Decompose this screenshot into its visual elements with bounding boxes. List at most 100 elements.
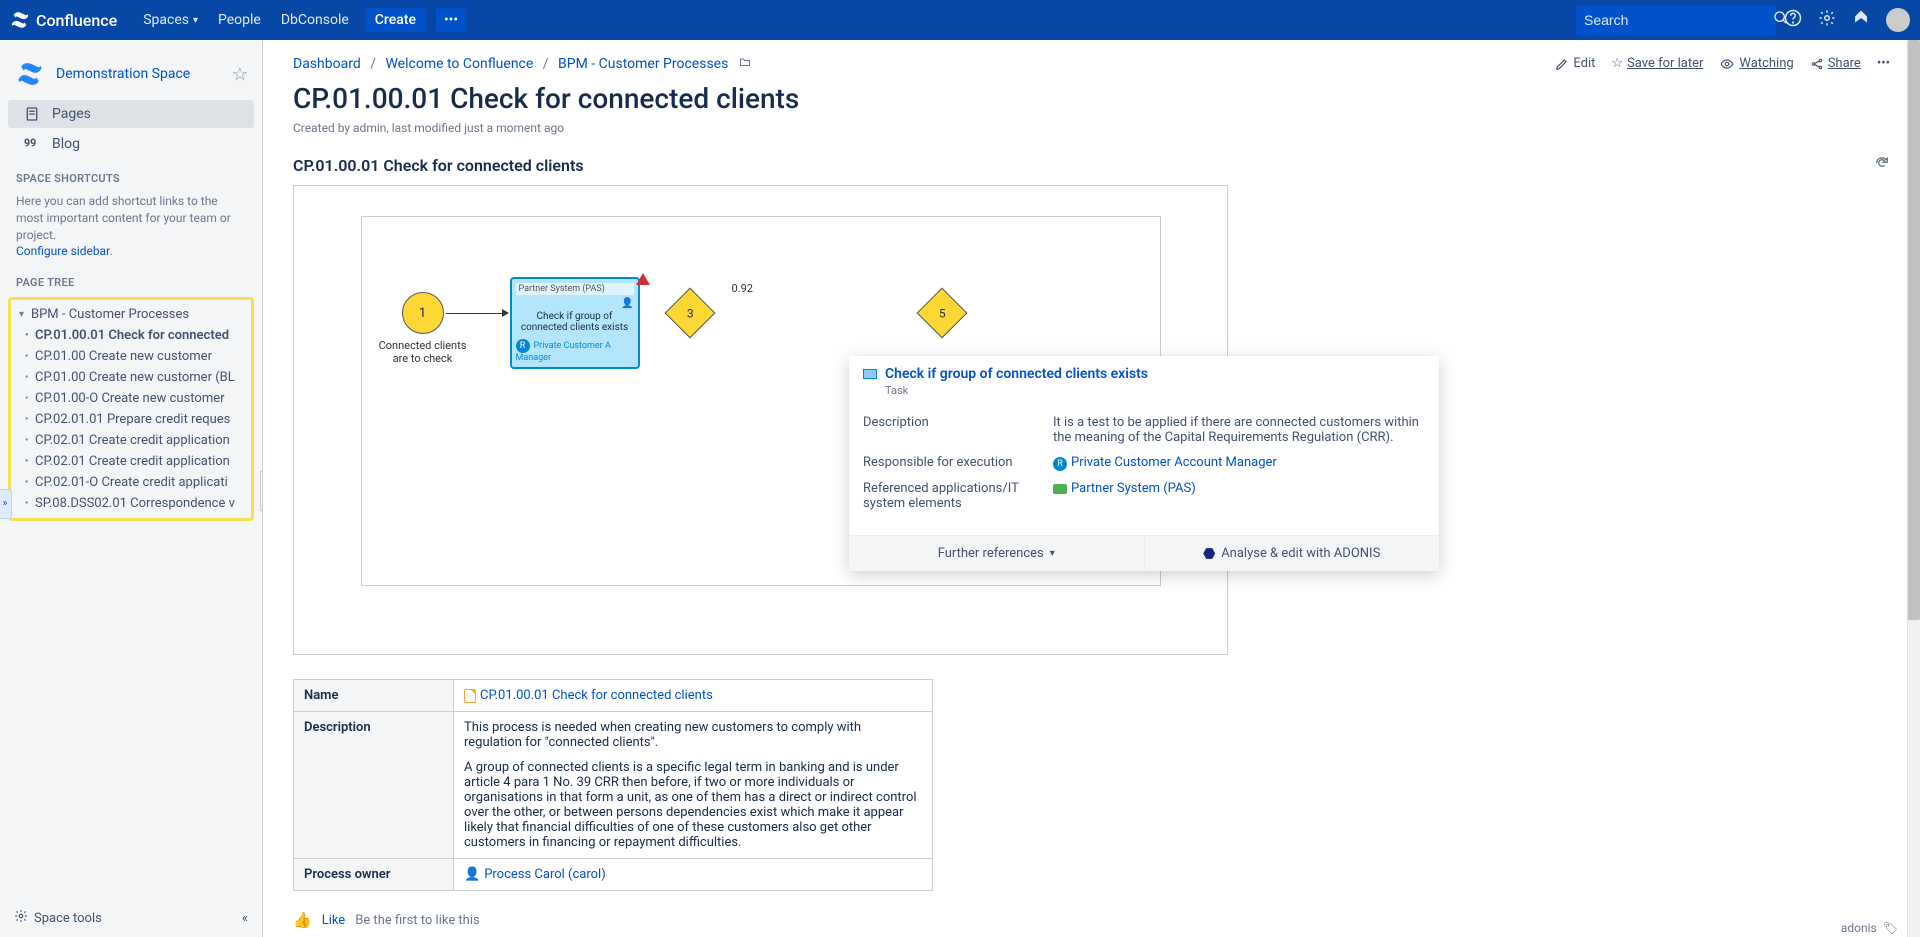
system-badge-icon <box>1053 484 1067 494</box>
gear-icon[interactable] <box>14 909 28 927</box>
tree-item[interactable]: CP.02.01 Create credit application <box>11 430 251 451</box>
space-tools-link[interactable]: Space tools <box>34 911 102 926</box>
save-later-action[interactable]: ☆ Save for later <box>1611 56 1703 71</box>
tag-icon[interactable]: 🏷 <box>1883 921 1898 935</box>
sidebar-footer: Space tools « <box>0 899 262 937</box>
role-badge-icon: R <box>1053 457 1067 471</box>
bpmn-task-selected[interactable]: Partner System (PAS) 👤 Check if group of… <box>510 277 640 369</box>
nav-more-button[interactable]: ••• <box>436 8 466 32</box>
pagetree-label: PAGE TREE <box>0 264 262 293</box>
diagram-frame: 1 Connected clients are to check Partner… <box>293 185 1228 655</box>
tree-item[interactable]: CP.01.00 Create new customer <box>11 346 251 367</box>
sidebar: » Demonstration Space ☆ Pages 99 Blog SP… <box>0 40 263 937</box>
watching-action[interactable]: Watching <box>1719 56 1793 71</box>
popup-field-label: Referenced applications/IT system elemen… <box>863 481 1053 511</box>
chevron-down-icon: ▾ <box>1050 548 1055 559</box>
breadcrumb-link[interactable]: Welcome to Confluence <box>385 56 533 72</box>
shortcuts-label: SPACE SHORTCUTS <box>0 160 262 189</box>
pages-icon <box>24 106 44 122</box>
table-row: Name CP.01.00.01 Check for connected cli… <box>294 680 933 712</box>
svg-text:99: 99 <box>24 137 36 150</box>
section-title: CP.01.00.01 Check for connected clients <box>293 156 1874 175</box>
shortcuts-hint: Here you can add shortcut links to the m… <box>0 189 262 264</box>
popup-title: Check if group of connected clients exis… <box>885 366 1148 382</box>
more-actions-icon[interactable]: ••• <box>1877 56 1890 71</box>
tree-item[interactable]: CP.02.01-O Create credit applicati <box>11 472 251 493</box>
analyse-adonis-button[interactable]: Analyse & edit with ADONIS <box>1144 536 1440 571</box>
sidebar-pages[interactable]: Pages <box>8 100 254 128</box>
bottom-tag[interactable]: adonis 🏷 <box>1835 919 1904 937</box>
tree-item[interactable]: SP.08.DSS02.01 Correspondence v <box>11 493 251 514</box>
bpmn-start-label: Connected clients are to check <box>378 339 468 365</box>
nav-spaces[interactable]: Spaces <box>133 0 208 40</box>
element-popup: Check if group of connected clients exis… <box>849 356 1439 571</box>
tree-root-item[interactable]: ▾ BPM - Customer Processes <box>11 304 251 325</box>
warning-icon <box>636 273 650 285</box>
nav-people[interactable]: People <box>208 0 271 40</box>
like-row: 👍 Like Be the first to like this <box>293 911 1890 929</box>
main-content: Dashboard / Welcome to Confluence / BPM … <box>263 40 1920 937</box>
search-box[interactable] <box>1576 5 1776 35</box>
tree-item[interactable]: CP.02.01.01 Prepare credit reques <box>11 409 251 430</box>
edge-label: 0.92 <box>732 282 753 295</box>
adonis-hex-icon <box>1203 548 1215 560</box>
configure-sidebar-link[interactable]: Configure sidebar <box>16 244 109 258</box>
document-icon <box>464 689 476 703</box>
popup-link[interactable]: Partner System (PAS) <box>1071 481 1196 496</box>
page-actions: Edit ☆ Save for later Watching Share ••• <box>1555 56 1890 71</box>
breadcrumb-link[interactable]: BPM - Customer Processes <box>558 56 728 72</box>
popup-link[interactable]: Private Customer Account Manager <box>1071 455 1277 470</box>
star-icon[interactable]: ☆ <box>232 64 248 85</box>
scrollbar-track[interactable] <box>1907 40 1920 937</box>
table-link[interactable]: CP.01.00.01 Check for connected clients <box>480 688 713 703</box>
nav-dbconsole[interactable]: DbConsole <box>271 0 359 40</box>
tree-item[interactable]: CP.01.00 Create new customer (BL <box>11 367 251 388</box>
like-link[interactable]: Like <box>322 913 346 928</box>
further-references-button[interactable]: Further references ▾ <box>849 536 1144 571</box>
collapse-sidebar-icon[interactable]: « <box>242 911 248 926</box>
tree-item[interactable]: CP.01.00-O Create new customer <box>11 388 251 409</box>
brand[interactable]: Confluence <box>10 10 117 30</box>
refresh-icon[interactable] <box>1874 155 1890 175</box>
share-action[interactable]: Share <box>1810 56 1861 71</box>
search-input[interactable] <box>1584 12 1765 28</box>
user-avatar[interactable] <box>1886 8 1910 32</box>
info-table: Name CP.01.00.01 Check for connected cli… <box>293 679 933 891</box>
help-icon[interactable] <box>1776 9 1810 31</box>
page-title: CP.01.00.01 Check for connected clients <box>293 82 1890 115</box>
table-row: Process owner 👤 Process Carol (carol) <box>294 859 933 891</box>
popup-field-label: Description <box>863 415 1053 445</box>
breadcrumbs: Dashboard / Welcome to Confluence / BPM … <box>293 56 1555 72</box>
space-logo-icon <box>14 58 46 90</box>
breadcrumb-link[interactable]: Dashboard <box>293 56 361 72</box>
page-tree-highlighted: ▾ BPM - Customer Processes CP.01.00.01 C… <box>8 297 254 521</box>
confluence-logo-icon <box>10 10 30 30</box>
popup-field-label: Responsible for execution <box>863 455 1053 471</box>
notifications-icon[interactable] <box>1844 9 1878 31</box>
table-link[interactable]: Process Carol (carol) <box>484 867 606 882</box>
edit-action[interactable]: Edit <box>1555 56 1595 71</box>
bpmn-gateway[interactable]: 5 <box>916 288 967 339</box>
popup-field-value: It is a test to be applied if there are … <box>1053 415 1425 445</box>
folder-icon[interactable] <box>738 57 752 72</box>
top-nav: Confluence Spaces People DbConsole Creat… <box>0 0 1920 40</box>
sidebar-blog[interactable]: 99 Blog <box>8 130 254 158</box>
like-hint: Be the first to like this <box>355 913 480 928</box>
star-outline-icon: ☆ <box>1611 56 1623 71</box>
create-button[interactable]: Create <box>365 8 426 32</box>
space-header: Demonstration Space ☆ <box>0 50 262 98</box>
bpmn-start-event[interactable]: 1 <box>402 292 444 334</box>
tree-item[interactable]: CP.01.00.01 Check for connected <box>11 325 251 346</box>
tree-item[interactable]: CP.02.01 Create credit application <box>11 451 251 472</box>
table-header: Process owner <box>294 859 454 891</box>
thumb-up-icon[interactable]: 👍 <box>293 911 312 929</box>
scrollbar-thumb[interactable] <box>1908 40 1920 620</box>
task-type-icon <box>863 369 877 379</box>
settings-icon[interactable] <box>1810 9 1844 31</box>
bpmn-gateway[interactable]: 3 <box>664 288 715 339</box>
table-header: Description <box>294 712 454 859</box>
caret-down-icon[interactable]: ▾ <box>19 309 31 320</box>
person-icon: 👤 <box>464 867 480 882</box>
table-cell: This process is needed when creating new… <box>454 712 933 859</box>
space-name-link[interactable]: Demonstration Space <box>56 66 232 82</box>
